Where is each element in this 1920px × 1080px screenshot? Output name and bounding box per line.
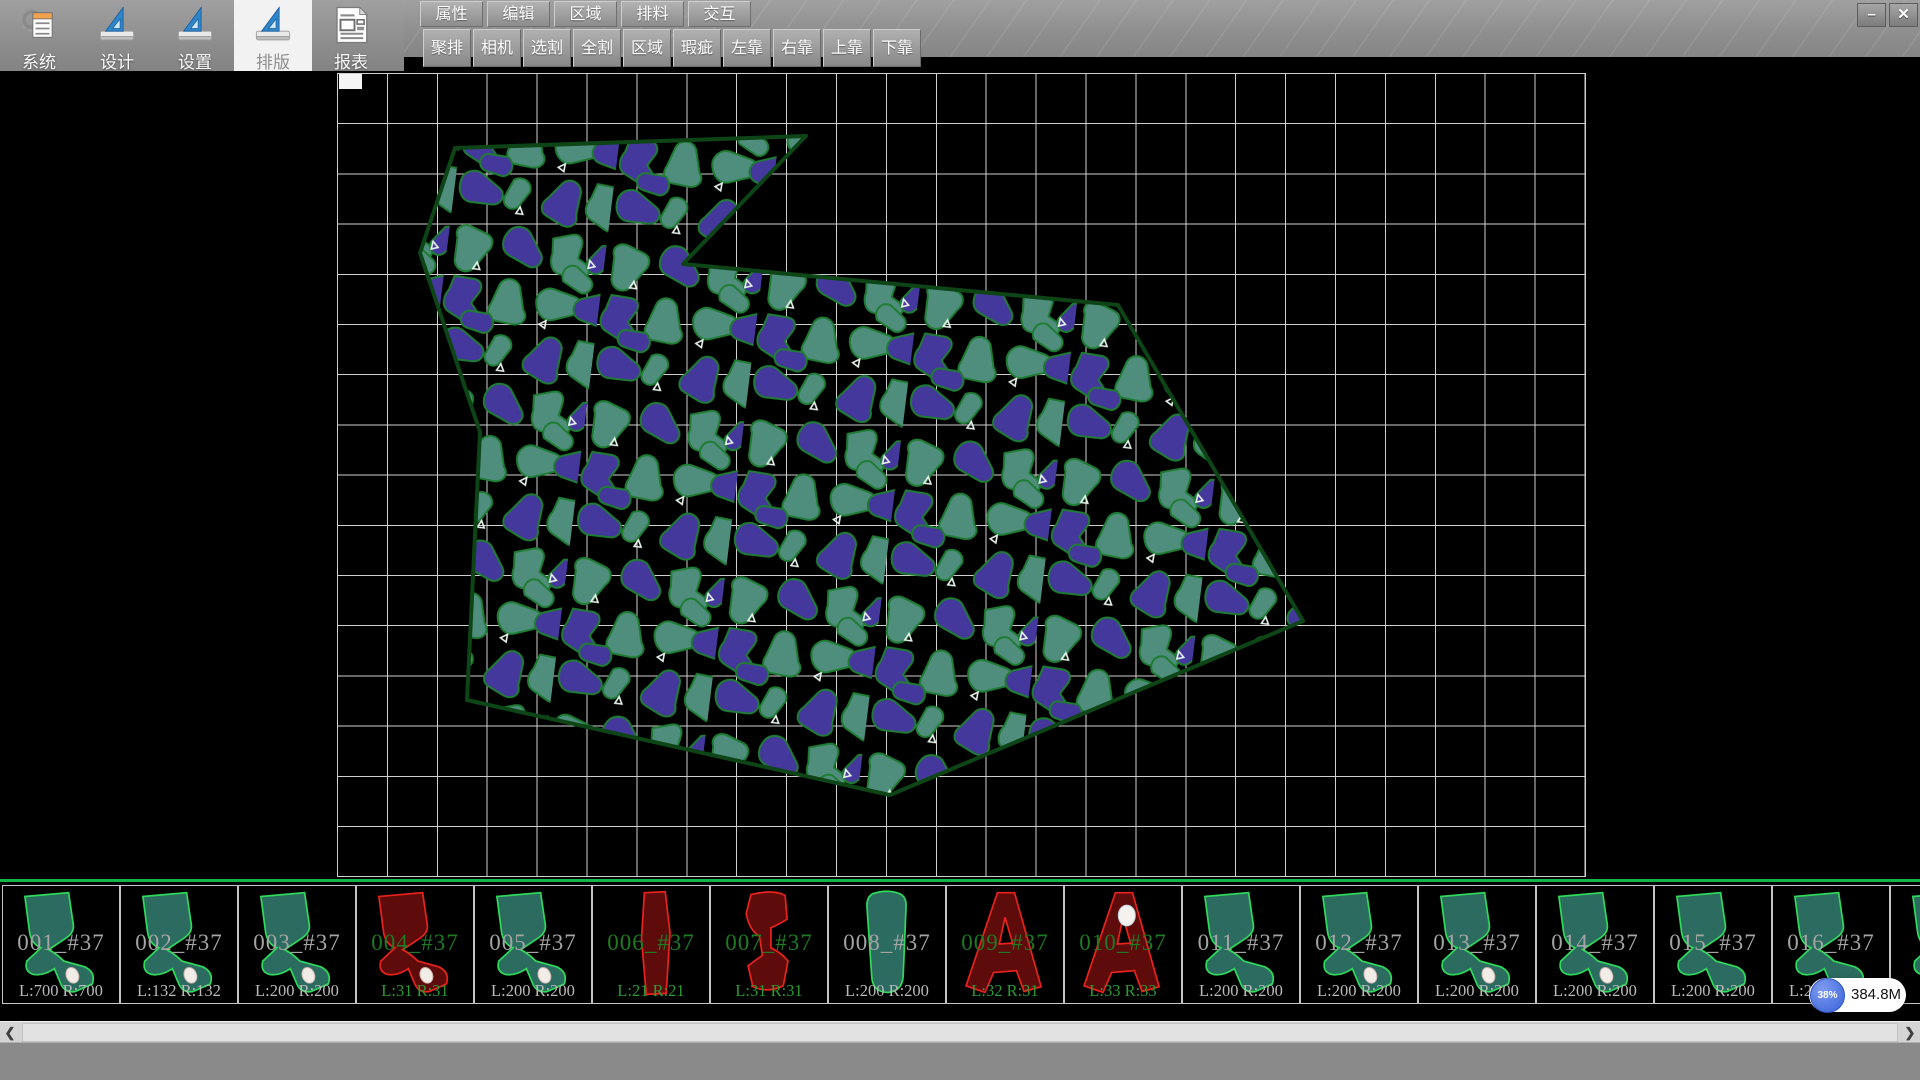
scrollbar-thumb[interactable] — [22, 1023, 1898, 1042]
piece-shape — [1658, 887, 1768, 1001]
tool-button[interactable]: 聚排 — [423, 29, 471, 67]
app-tab-label: 排版 — [256, 48, 290, 73]
piece-shape — [478, 887, 588, 1001]
menu-bar: 属性 编辑 区域 排料 交互 — [420, 1, 751, 27]
scroll-left-arrow-icon[interactable]: ❮ — [0, 1022, 20, 1043]
app-tab[interactable]: 设置 — [156, 0, 234, 71]
piece-shape — [950, 887, 1060, 1001]
set-square-icon — [96, 4, 138, 46]
piece-thumbnail[interactable]: 006_#37 L:21 R:21 — [592, 885, 710, 1004]
piece-thumbnail[interactable]: 014_#37 L:200 R:200 — [1536, 885, 1654, 1004]
piece-shape — [6, 887, 116, 1001]
hide-outline — [420, 136, 1303, 795]
app-tab-icon — [251, 4, 295, 46]
progress-percent: 38% — [1810, 978, 1845, 1013]
piece-thumbnail[interactable]: 001_#37 L:700 R:700 — [2, 885, 120, 1004]
app-tab-bar: 系统 — [0, 0, 404, 71]
set-square-icon — [252, 4, 294, 46]
piece-thumbnail-strip: 001_#37 L:700 R:700 — [0, 882, 1920, 1022]
app-tab-label: 系统 — [22, 48, 56, 73]
app-tab[interactable]: 系统 — [0, 0, 78, 71]
progress-memory-badge: 38% 384.8M — [1809, 978, 1906, 1012]
menu-button[interactable]: 排料 — [621, 1, 684, 27]
menu-button[interactable]: 区域 — [554, 1, 617, 27]
menu-button[interactable]: 属性 — [420, 1, 483, 27]
tool-button[interactable]: 全割 — [573, 29, 621, 67]
piece-shape — [832, 887, 942, 1001]
app-tab-icon — [329, 4, 373, 46]
app-tab-label: 报表 — [334, 48, 368, 73]
piece-thumbnail[interactable]: 013_#37 L:200 R:200 — [1418, 885, 1536, 1004]
tool-button[interactable]: 相机 — [473, 29, 521, 67]
tool-button[interactable]: 区域 — [623, 29, 671, 67]
piece-thumbnail[interactable]: 007_#37 L:31 R:31 — [710, 885, 828, 1004]
horizontal-scrollbar[interactable]: ❮ ❯ — [0, 1021, 1920, 1043]
nested-hide-shape[interactable] — [0, 0, 1920, 882]
tool-button[interactable]: 下靠 — [873, 29, 921, 67]
piece-shape — [242, 887, 352, 1001]
piece-thumbnail[interactable]: 008_#37 L:200 R:200 — [828, 885, 946, 1004]
menu-button[interactable]: 编辑 — [487, 1, 550, 27]
memory-usage: 384.8M — [1851, 978, 1901, 1012]
piece-shape — [360, 887, 470, 1001]
app-tab-label: 设计 — [100, 48, 134, 73]
tool-button[interactable]: 上靠 — [823, 29, 871, 67]
piece-shape — [1540, 887, 1650, 1001]
piece-thumbnail[interactable]: 009_#37 L:32 R:31 — [946, 885, 1064, 1004]
app-tab[interactable]: 设计 — [78, 0, 156, 71]
app-tab-icon — [17, 4, 61, 46]
set-square-icon — [174, 4, 216, 46]
report-document-icon — [330, 4, 372, 46]
app-tab-icon — [173, 4, 217, 46]
piece-shape — [1186, 887, 1296, 1001]
canvas-viewport[interactable] — [0, 57, 1920, 882]
tool-button[interactable]: 选割 — [523, 29, 571, 67]
piece-shape — [1422, 887, 1532, 1001]
piece-thumbnail[interactable]: 003_#37 L:200 R:200 — [238, 885, 356, 1004]
tool-bar: 聚排 相机 选割 全割 区域 瑕疵 左靠 右靠 上靠 下靠 — [423, 29, 921, 67]
close-button[interactable]: ✕ — [1889, 3, 1918, 27]
app-tab-label: 设置 — [178, 48, 212, 73]
thumbnail-list: 001_#37 L:700 R:700 — [2, 885, 1920, 1004]
piece-shape — [596, 887, 706, 1001]
nesting-app-window: 系统 — [0, 0, 1920, 1080]
menu-button[interactable]: 交互 — [688, 1, 751, 27]
piece-thumbnail[interactable]: 012_#37 L:200 R:200 — [1300, 885, 1418, 1004]
piece-thumbnail[interactable]: 005_#37 L:200 R:200 — [474, 885, 592, 1004]
app-tab[interactable]: 排版 — [234, 0, 312, 71]
minimize-button[interactable]: – — [1857, 3, 1886, 27]
piece-thumbnail[interactable]: 002_#37 L:132 R:132 — [120, 885, 238, 1004]
piece-shape — [714, 887, 824, 1001]
piece-shape — [1304, 887, 1414, 1001]
piece-shape — [124, 887, 234, 1001]
status-bar — [0, 1042, 1920, 1080]
tool-button[interactable]: 左靠 — [723, 29, 771, 67]
scroll-right-arrow-icon[interactable]: ❯ — [1900, 1022, 1920, 1043]
app-tab[interactable]: 报表 — [312, 0, 390, 71]
piece-thumbnail[interactable]: 011_#37 L:200 R:200 — [1182, 885, 1300, 1004]
piece-thumbnail[interactable]: 010_#37 L:33 R:33 — [1064, 885, 1182, 1004]
piece-shape — [1068, 887, 1178, 1001]
app-tab-icon — [95, 4, 139, 46]
piece-thumbnail[interactable]: 004_#37 L:31 R:31 — [356, 885, 474, 1004]
tool-button[interactable]: 右靠 — [773, 29, 821, 67]
system-gear-icon — [18, 4, 60, 46]
tool-button[interactable]: 瑕疵 — [673, 29, 721, 67]
piece-thumbnail[interactable]: 015_#37 L:200 R:200 — [1654, 885, 1772, 1004]
